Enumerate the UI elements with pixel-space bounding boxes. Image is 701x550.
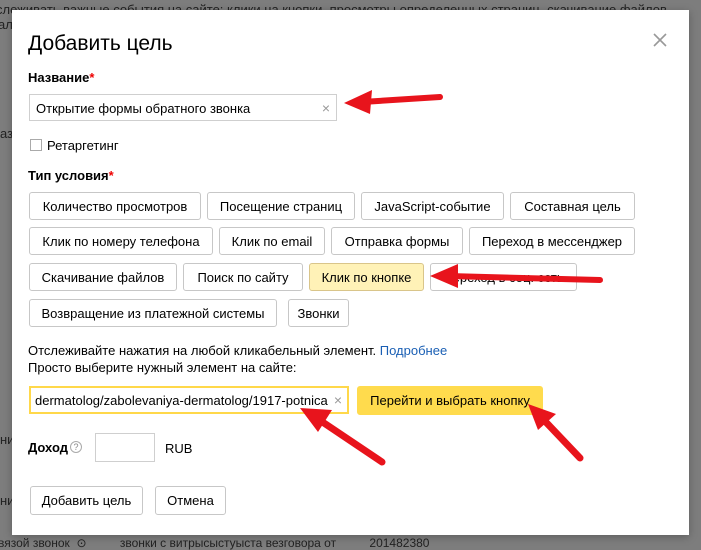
condition-javascript-event-button[interactable]: JavaScript-событие — [361, 192, 504, 220]
background-table-row: вязой звонок ⊙ звонки с витрысыстуыста в… — [0, 536, 430, 550]
name-label: Название* — [28, 70, 95, 85]
site-url-input[interactable]: dermatolog/zabolevaniya-dermatolog/1917-… — [29, 386, 349, 414]
help-icon[interactable]: ? — [70, 441, 82, 453]
retargeting-label: Ретаргетинг — [47, 138, 119, 153]
condition-composite-goal-button[interactable]: Составная цель — [510, 192, 635, 220]
cancel-button[interactable]: Отмена — [155, 486, 226, 515]
site-url-value: dermatolog/zabolevaniya-dermatolog/1917-… — [35, 393, 328, 408]
retargeting-checkbox[interactable] — [30, 139, 42, 151]
condition-payment-return-button[interactable]: Возвращение из платежной системы — [29, 299, 277, 327]
go-select-button[interactable]: Перейти и выбрать кнопку — [357, 386, 543, 415]
condition-social-network-button[interactable]: Переход в соц. сеть — [430, 263, 577, 291]
condition-type-label: Тип условия* — [28, 168, 114, 183]
income-input[interactable] — [95, 433, 155, 462]
income-label: Доход — [28, 440, 68, 455]
background-fragment: ал — [0, 17, 13, 32]
required-mark: * — [89, 70, 95, 85]
hint-text: Отслеживайте нажатия на любой кликабельн… — [28, 343, 448, 358]
condition-button-click-button[interactable]: Клик по кнопке — [309, 263, 424, 291]
condition-calls-button[interactable]: Звонки — [288, 299, 349, 327]
currency-label: RUB — [165, 441, 193, 456]
close-icon[interactable] — [650, 30, 670, 50]
dialog-title: Добавить цель — [28, 32, 173, 55]
add-goal-button[interactable]: Добавить цель — [30, 486, 143, 515]
clear-icon[interactable]: × — [322, 100, 330, 116]
condition-form-submit-button[interactable]: Отправка формы — [331, 227, 463, 255]
condition-email-click-button[interactable]: Клик по email — [219, 227, 325, 255]
clear-icon[interactable]: × — [331, 392, 342, 408]
goal-name-input[interactable]: Открытие формы обратного звонка × — [29, 94, 337, 121]
add-goal-dialog: Добавить цель Название* Открытие формы о… — [12, 10, 689, 535]
goal-name-value: Открытие формы обратного звонка — [36, 101, 251, 116]
condition-views-button[interactable]: Количество просмотров — [29, 192, 201, 220]
condition-phone-click-button[interactable]: Клик по номеру телефона — [29, 227, 213, 255]
learn-more-link[interactable]: Подробнее — [380, 343, 447, 358]
condition-site-search-button[interactable]: Поиск по сайту — [183, 263, 303, 291]
condition-messenger-button[interactable]: Переход в мессенджер — [469, 227, 635, 255]
condition-file-download-button[interactable]: Скачивание файлов — [29, 263, 177, 291]
required-mark: * — [108, 168, 114, 183]
condition-page-visit-button[interactable]: Посещение страниц — [207, 192, 355, 220]
hint-text-2: Просто выберите нужный элемент на сайте: — [28, 360, 297, 375]
